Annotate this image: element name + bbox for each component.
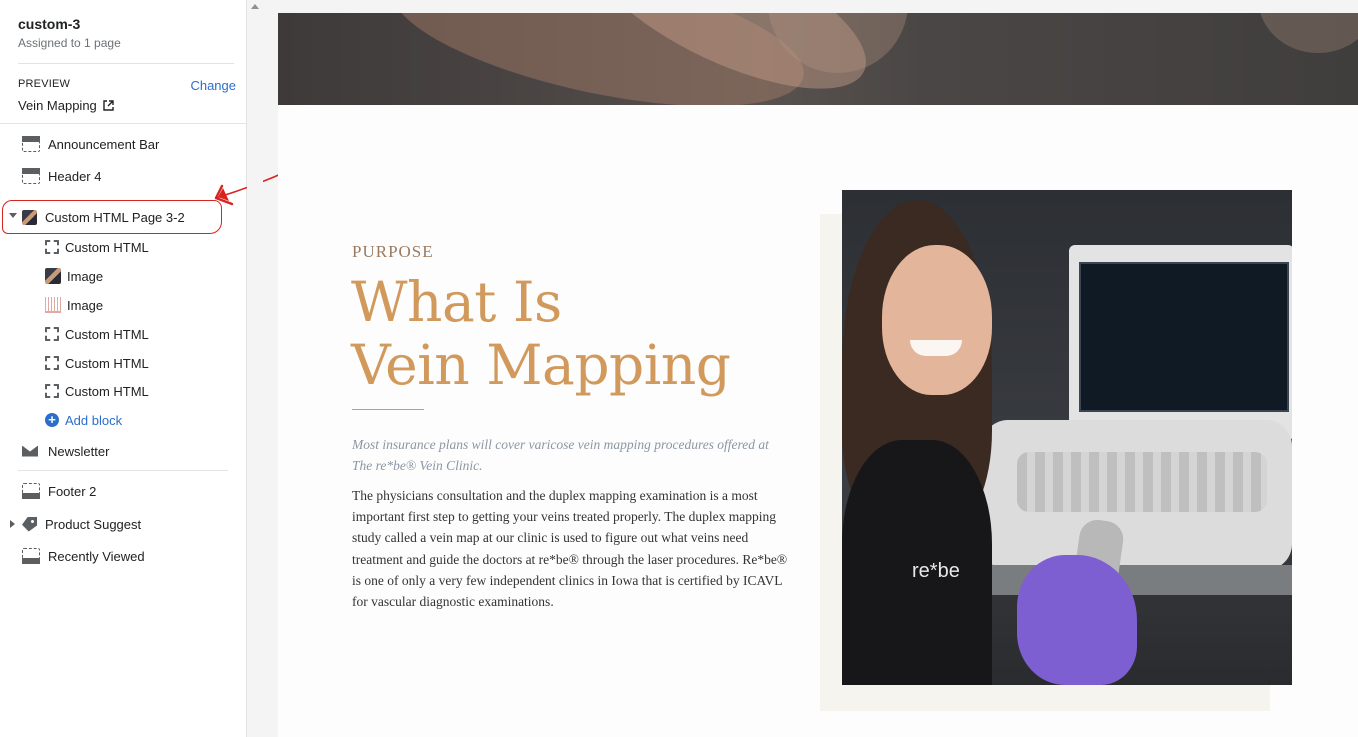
chevron-right-icon[interactable]	[10, 520, 15, 528]
image-thumbnail-icon	[22, 209, 37, 225]
block-label: Image	[67, 297, 104, 313]
template-assignment: Assigned to 1 page	[18, 36, 121, 50]
preview-page-link[interactable]: Vein Mapping	[18, 98, 236, 113]
section-label: Custom HTML Page 3-2	[45, 209, 185, 225]
header-section-icon	[22, 136, 40, 152]
divider	[18, 470, 228, 471]
header-section-icon	[22, 168, 40, 184]
section-eyebrow: PURPOSE	[352, 242, 434, 261]
preview-panel: PREVIEW Change Vein Mapping	[18, 78, 236, 113]
sidebar-scrollbar[interactable]	[247, 0, 263, 737]
template-header: custom-3 Assigned to 1 page	[0, 0, 246, 64]
block-label: Custom HTML	[65, 355, 149, 371]
block-custom-html[interactable]: Custom HTML	[0, 321, 246, 347]
section-recently-viewed[interactable]: Recently Viewed	[0, 543, 246, 569]
footer-section-icon	[22, 548, 40, 564]
section-label: Announcement Bar	[48, 136, 160, 152]
block-custom-html[interactable]: Custom HTML	[0, 234, 246, 260]
footer-section-icon	[22, 483, 40, 499]
block-custom-html[interactable]: Custom HTML	[0, 378, 246, 404]
block-label: Custom HTML	[65, 239, 149, 255]
title-line-1: What Is	[351, 270, 562, 334]
intro-text: Most insurance plans will cover varicose…	[352, 437, 769, 473]
external-link-icon	[103, 100, 114, 111]
technician-photo: re*be	[842, 190, 1292, 685]
dashed-frame-icon	[45, 240, 59, 254]
template-name: custom-3	[18, 16, 81, 32]
preview-page-name: Vein Mapping	[18, 98, 97, 113]
block-label: Image	[67, 268, 104, 284]
plus-circle-icon: +	[45, 413, 59, 427]
section-header-4[interactable]: Header 4	[0, 163, 246, 189]
page-preview: PURPOSE What Is Vein Mapping Most insura…	[278, 13, 1358, 737]
block-custom-html[interactable]: Custom HTML	[0, 350, 246, 376]
section-label: Newsletter	[48, 443, 110, 459]
tag-icon	[22, 516, 37, 532]
dashed-frame-icon	[45, 356, 59, 370]
title-underline	[352, 409, 424, 410]
theme-editor-sidebar: custom-3 Assigned to 1 page PREVIEW Chan…	[0, 0, 247, 737]
image-thumbnail-icon	[45, 297, 61, 313]
block-label: Custom HTML	[65, 383, 149, 399]
block-image[interactable]: Image	[0, 292, 246, 318]
section-product-suggest[interactable]: Product Suggest	[0, 511, 246, 537]
block-image[interactable]: Image	[0, 263, 246, 289]
section-custom-html-page-3-2[interactable]: Custom HTML Page 3-2	[0, 204, 246, 230]
dashed-frame-icon	[45, 384, 59, 398]
title-line-2: Vein Mapping	[351, 333, 731, 397]
section-label: Header 4	[48, 168, 102, 184]
block-label: Custom HTML	[65, 326, 149, 342]
divider	[18, 63, 234, 64]
add-block-label: Add block	[65, 412, 123, 428]
page-title: What Is Vein Mapping	[351, 270, 731, 397]
hero-banner-image	[278, 13, 1358, 105]
change-preview-link[interactable]: Change	[190, 78, 236, 93]
section-label: Footer 2	[48, 483, 97, 499]
section-label: Product Suggest	[45, 516, 142, 532]
shirt-logo: re*be	[912, 560, 960, 582]
image-thumbnail-icon	[45, 268, 61, 284]
section-newsletter[interactable]: Newsletter	[0, 438, 246, 464]
section-announcement-bar[interactable]: Announcement Bar	[0, 131, 246, 157]
body-paragraph: The physicians consultation and the dupl…	[352, 488, 788, 610]
divider	[0, 123, 246, 124]
add-block-button[interactable]: + Add block	[0, 407, 246, 433]
section-label: Recently Viewed	[48, 548, 145, 564]
section-footer-2[interactable]: Footer 2	[0, 478, 246, 504]
chevron-down-icon[interactable]	[9, 213, 17, 218]
envelope-icon	[22, 445, 38, 457]
dashed-frame-icon	[45, 327, 59, 341]
scroll-up-arrow-icon[interactable]	[251, 4, 259, 9]
